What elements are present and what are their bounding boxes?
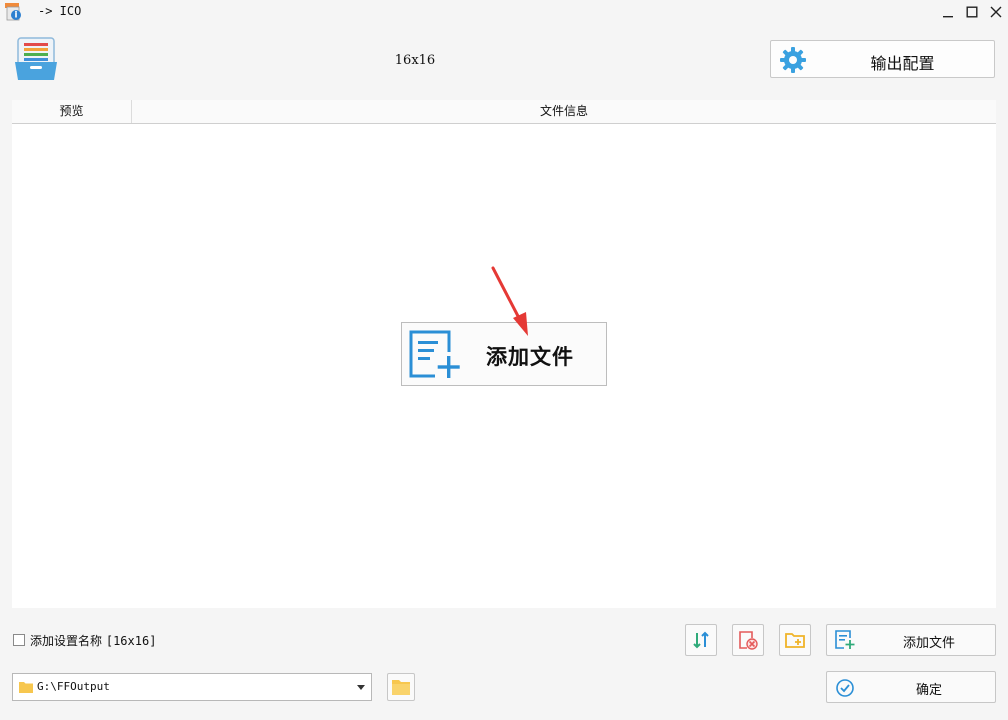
output-path-select[interactable]: G:\FFOutput [12,673,372,701]
clear-list-button[interactable] [732,624,764,656]
checkbox-label-suffix: [16x16] [105,634,157,648]
column-header-file-info[interactable]: 文件信息 [132,100,996,123]
clear-file-icon [739,631,758,650]
maximize-icon[interactable] [962,2,982,22]
check-circle-icon [836,679,854,697]
add-setting-name-label: 添加设置名称 [16x16] [30,632,156,649]
title-bar [0,0,1008,24]
output-config-button[interactable]: 输出配置 [770,40,995,78]
add-folder-icon [785,633,805,648]
window-title: -> ICO [38,4,82,18]
gear-icon [780,47,806,73]
sort-button[interactable] [685,624,717,656]
add-file-center-button[interactable]: 添加文件 [401,322,607,386]
folder-icon [19,682,33,693]
output-path-value: G:\FFOutput [37,680,110,693]
column-header-preview[interactable]: 预览 [12,100,132,123]
size-label: 16x16 [394,53,436,68]
add-setting-name-checkbox[interactable] [13,634,25,646]
checkbox-label-text: 添加设置名称 [30,634,103,648]
file-list-logo-icon [14,36,58,82]
add-file-icon [409,330,460,378]
browse-folder-button[interactable] [387,673,415,701]
add-file-center-label: 添加文件 [486,344,574,369]
sort-icon [693,631,709,649]
chevron-down-icon[interactable] [357,685,365,690]
app-icon [4,2,24,22]
close-icon[interactable] [986,2,1006,22]
minimize-icon[interactable] [938,2,958,22]
add-file-button[interactable]: 添加文件 [826,624,996,656]
confirm-label: 确定 [915,683,942,698]
confirm-button[interactable]: 确定 [826,671,996,703]
add-file-label: 添加文件 [902,636,955,651]
add-file-icon [835,630,855,649]
add-folder-button[interactable] [779,624,811,656]
output-config-label: 输出配置 [870,54,935,73]
table-header: 预览 文件信息 [12,100,996,124]
folder-icon [392,680,410,695]
